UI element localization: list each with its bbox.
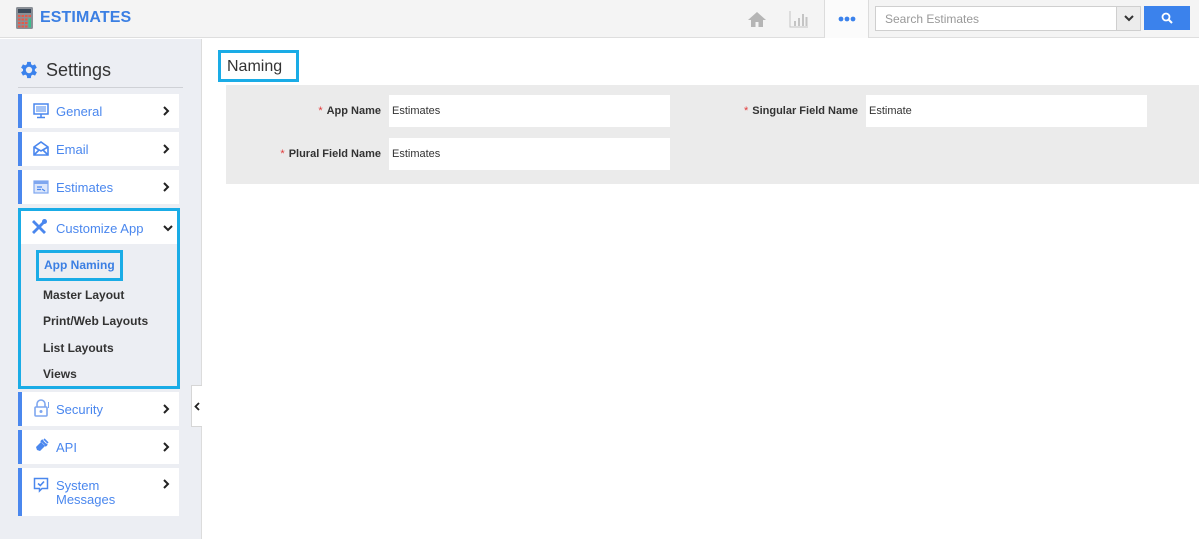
required-marker: * [743, 105, 749, 117]
submenu-item-master-layout[interactable]: Master Layout [43, 288, 124, 302]
window-icon [32, 178, 50, 196]
sidebar-item-label: System Messages [56, 478, 116, 507]
search-dropdown-button[interactable] [1116, 7, 1140, 30]
search-input[interactable] [876, 7, 1116, 30]
settings-header: Settings [18, 59, 111, 81]
home-icon[interactable] [746, 9, 768, 29]
app-title: ESTIMATES [40, 9, 132, 26]
search-icon [1161, 12, 1173, 24]
sidebar-item-label: Email [56, 142, 89, 157]
required-marker: * [318, 105, 323, 117]
app-name-input[interactable] [389, 95, 670, 127]
chevron-right-icon [163, 106, 170, 116]
sidebar-item-api[interactable]: API [18, 430, 179, 464]
divider [18, 87, 183, 88]
section-title: Naming [218, 50, 299, 82]
sidebar-item-estimates[interactable]: Estimates [18, 170, 179, 204]
naming-form: *App Name *Singular Field Name *Plural F… [226, 85, 1199, 184]
submenu-item-views[interactable]: Views [43, 367, 77, 381]
sidebar-item-email[interactable]: Email [18, 132, 179, 166]
plural-field-name-input[interactable] [389, 138, 670, 170]
sidebar-item-security[interactable]: Security [18, 392, 179, 426]
tools-icon [30, 218, 48, 236]
sidebar-collapse-handle[interactable] [191, 385, 202, 427]
calculator-icon [16, 7, 33, 29]
lock-icon [32, 399, 50, 417]
chevron-right-icon [163, 404, 170, 414]
chevron-right-icon [163, 479, 170, 489]
monitor-icon [32, 102, 50, 120]
sidebar-item-label: API [56, 440, 77, 455]
gear-icon [21, 61, 37, 79]
search-button[interactable] [1144, 6, 1190, 30]
plural-field-name-label: * Plural Field Name [280, 148, 381, 160]
app-name-label: * App Name [318, 105, 381, 117]
chevron-down-icon [1123, 15, 1134, 22]
sidebar-item-label: Estimates [56, 180, 114, 195]
submenu-item-list-layouts[interactable]: List Layouts [43, 341, 114, 355]
submenu-item-print-web-layouts[interactable]: Print/Web Layouts [43, 314, 148, 328]
chevron-right-icon [163, 182, 170, 192]
settings-title: Settings [46, 59, 112, 80]
sidebar-item-general[interactable]: General [18, 94, 179, 128]
required-marker: * [280, 148, 285, 160]
chart-icon[interactable] [788, 9, 810, 29]
singular-field-name-label: * Singular Field Name [743, 105, 858, 117]
sidebar-item-label: General [56, 104, 103, 119]
chevron-right-icon [163, 144, 170, 154]
app-brand[interactable]: ESTIMATES [16, 7, 131, 29]
message-check-icon [32, 476, 50, 494]
top-bar: ESTIMATES [0, 0, 1199, 38]
sidebar-item-label: Security [56, 402, 103, 417]
sidebar-group-customize-app: Customize App App Naming Master Layout P… [18, 208, 180, 389]
chevron-left-icon [194, 401, 200, 411]
sidebar-item-system-messages[interactable]: System Messages [18, 468, 179, 516]
more-icon [838, 16, 855, 22]
submenu-item-app-naming[interactable]: App Naming [36, 250, 123, 281]
plug-icon [32, 437, 50, 455]
envelope-icon [32, 140, 50, 158]
chevron-right-icon [163, 442, 170, 452]
sidebar-item-customize-app[interactable]: Customize App [21, 211, 177, 244]
singular-field-name-input[interactable] [866, 95, 1147, 127]
sidebar-item-label: Customize App [56, 221, 144, 236]
settings-sidebar: Settings General Email Estimates Customi… [0, 39, 202, 539]
more-button[interactable] [824, 0, 869, 38]
search-box [875, 6, 1141, 31]
chevron-down-icon [163, 225, 173, 232]
